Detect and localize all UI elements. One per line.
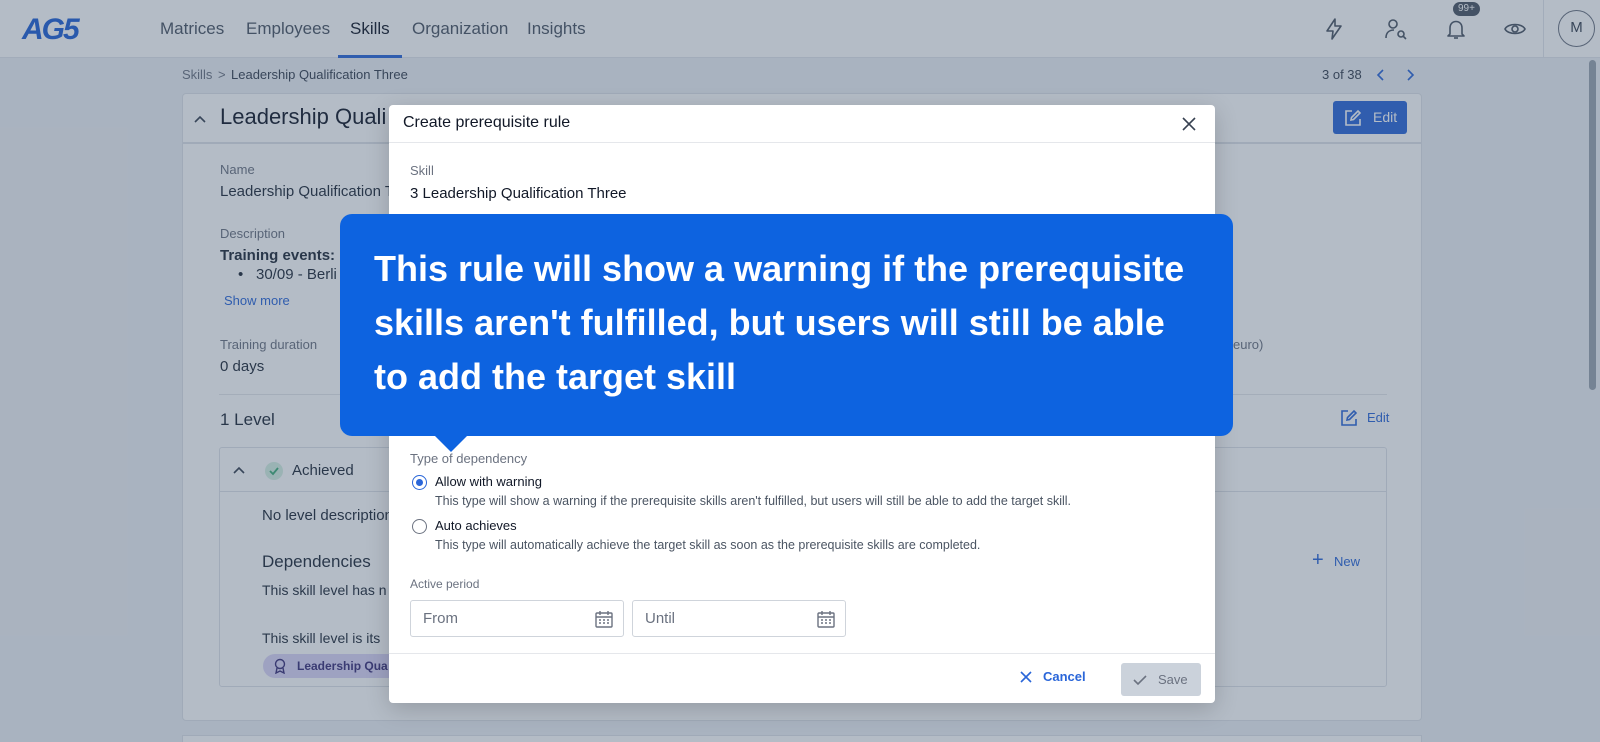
- save-label: Save: [1158, 672, 1188, 687]
- check-icon: [1133, 675, 1147, 686]
- cancel-button[interactable]: Cancel: [1017, 662, 1086, 692]
- tooltip-pointer: [434, 435, 468, 452]
- option-auto-achieves-label[interactable]: Auto achieves: [435, 518, 517, 533]
- skill-label: Skill: [410, 163, 434, 178]
- radio-allow-with-warning[interactable]: [412, 475, 427, 490]
- close-icon[interactable]: [1180, 115, 1198, 133]
- from-date-input[interactable]: [410, 600, 624, 637]
- until-date-input[interactable]: [632, 600, 846, 637]
- calendar-icon[interactable]: [594, 609, 614, 629]
- modal-header: Create prerequisite rule: [389, 105, 1215, 143]
- active-period-label: Active period: [410, 577, 480, 591]
- option-allow-with-warning-label[interactable]: Allow with warning: [435, 474, 542, 489]
- calendar-icon[interactable]: [816, 609, 836, 629]
- dependency-type-label: Type of dependency: [410, 451, 528, 466]
- modal-footer-divider: [389, 653, 1215, 654]
- option-auto-achieves-description: This type will automatically achieve the…: [435, 538, 981, 552]
- close-icon: [1020, 671, 1032, 683]
- radio-auto-achieves[interactable]: [412, 519, 427, 534]
- cancel-label: Cancel: [1043, 669, 1086, 684]
- option-allow-with-warning-description: This type will show a warning if the pre…: [435, 494, 1072, 508]
- save-button[interactable]: Save: [1121, 663, 1201, 696]
- skill-value: 3 Leadership Qualification Three: [410, 185, 627, 202]
- guide-tooltip: This rule will show a warning if the pre…: [340, 214, 1233, 436]
- modal-title: Create prerequisite rule: [403, 114, 571, 131]
